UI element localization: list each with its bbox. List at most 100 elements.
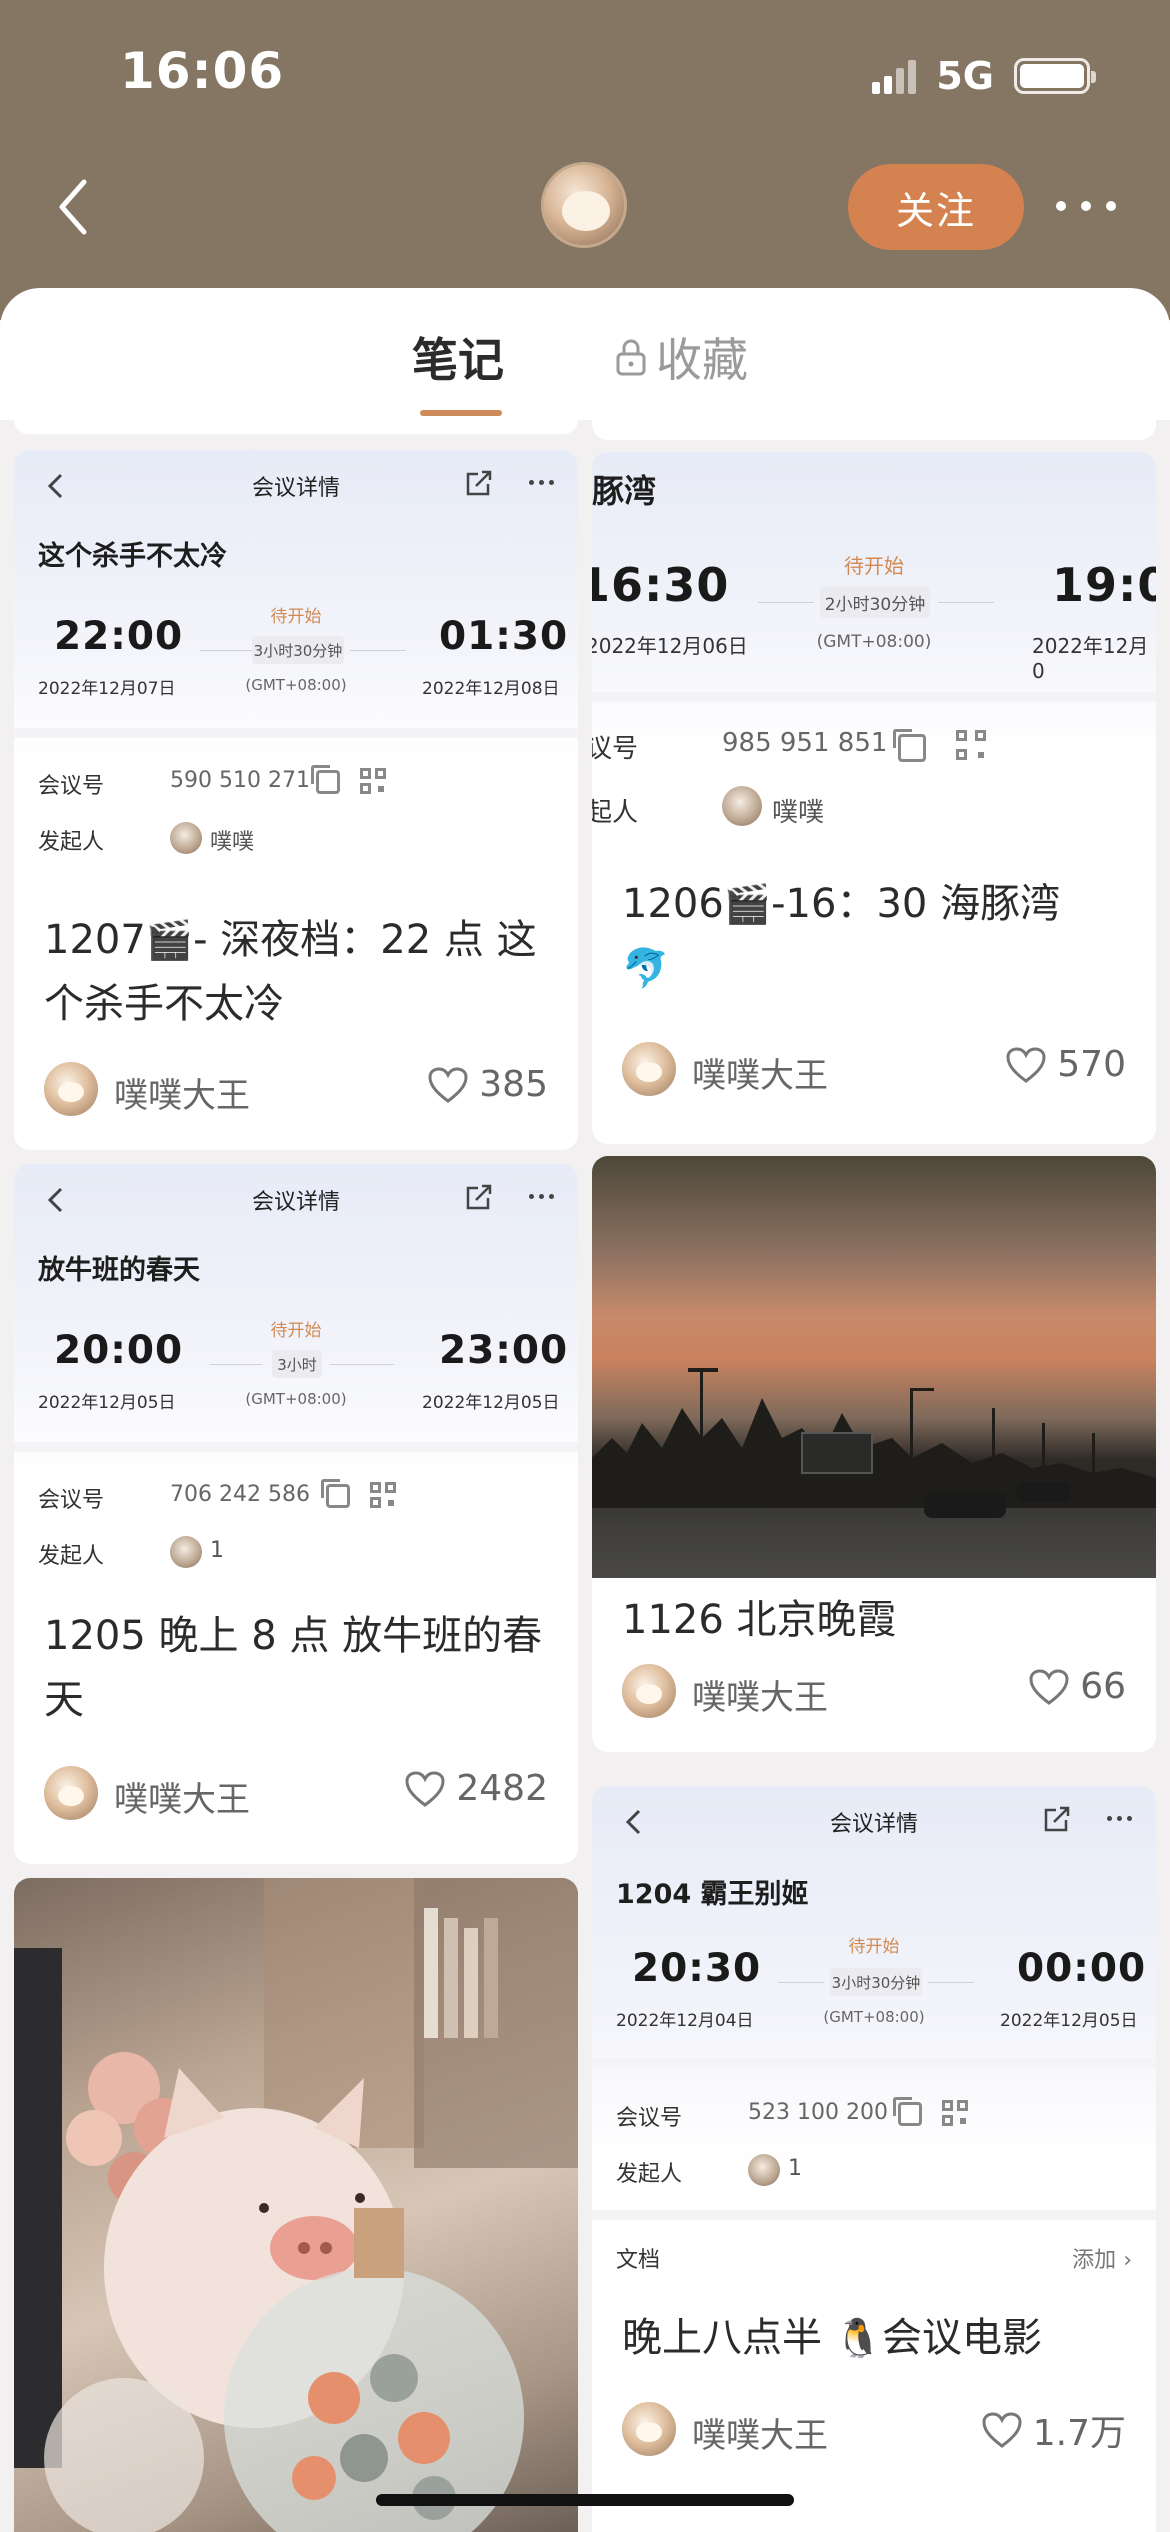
network-label: 5G	[936, 54, 994, 98]
like-count: 1.7万	[1032, 2413, 1126, 2454]
meeting-end-date: 2022年12月05日	[1000, 2011, 1138, 2031]
tab-active-indicator	[420, 410, 502, 416]
note-title-prefix: 1206	[622, 881, 724, 927]
like-button[interactable]: 385	[427, 1064, 548, 1105]
divider	[210, 1364, 262, 1365]
profile-avatar[interactable]	[541, 162, 627, 248]
trees-silhouette-image	[592, 1368, 1156, 1518]
author-name[interactable]: 噗噗大王	[692, 1048, 828, 1097]
author-name[interactable]: 噗噗大王	[114, 1772, 250, 1821]
note-card[interactable]: 豚湾 16:30 2022年12月06日 待开始 2小时30分钟 (GMT+08…	[592, 452, 1156, 1144]
chevron-right-icon: ›	[1123, 2248, 1132, 2273]
signal-icon	[872, 58, 917, 94]
divider	[14, 728, 578, 738]
meeting-screenshot: 豚湾 16:30 2022年12月06日 待开始 2小时30分钟 (GMT+08…	[592, 452, 1156, 854]
tab-notes[interactable]: 笔记	[412, 324, 504, 416]
divider	[758, 602, 814, 603]
divider	[592, 2210, 1156, 2220]
heart-icon	[405, 1770, 445, 1807]
doc-add-label: 添加	[1072, 2248, 1117, 2273]
qr-code-icon	[360, 768, 386, 794]
note-title-text: 晚上八点半	[622, 2315, 822, 2361]
meeting-end-time: 23:00	[439, 1328, 569, 1373]
meeting-end-time: 19:00	[1052, 558, 1156, 612]
meeting-duration: 3小时30分钟	[830, 1968, 922, 1996]
meeting-host: 1	[788, 2156, 802, 2181]
author-avatar[interactable]	[622, 1664, 676, 1718]
divider	[350, 650, 406, 651]
doc-add: 添加 ›	[1072, 2242, 1132, 2274]
like-count: 385	[479, 1064, 548, 1105]
author-name[interactable]: 噗噗大王	[114, 1068, 250, 1117]
profile-tabs: 笔记 收藏	[0, 288, 1170, 420]
status-time: 16:06	[120, 42, 285, 100]
like-button[interactable]: 66	[1028, 1666, 1126, 1707]
meeting-duration: 3小时	[272, 1350, 322, 1378]
author-avatar[interactable]	[44, 1766, 98, 1820]
pig-figurine-image	[14, 1878, 578, 2532]
note-title: 1206🎬-16：30 海豚湾 🐬	[622, 872, 1142, 1000]
car-image	[1016, 1482, 1070, 1502]
note-card[interactable]: 会议详情 1204 霸王别姬 20:30 2022年12月04日 待开始 3小时…	[592, 1786, 1156, 2532]
like-button[interactable]: 570	[1005, 1044, 1126, 1085]
like-button[interactable]: 1.7万	[981, 2404, 1126, 2456]
divider	[14, 1442, 578, 1452]
meeting-id-label: 会议号	[38, 1488, 105, 1513]
profile-header: 16:06 5G 关注	[0, 0, 1170, 320]
divider	[928, 1982, 974, 1983]
note-title: 1126 北京晚霞	[622, 1597, 897, 1643]
copy-icon	[893, 729, 926, 762]
more-icon	[529, 1194, 554, 1199]
author-avatar[interactable]	[622, 1042, 676, 1096]
divider	[592, 2058, 1156, 2068]
follow-button[interactable]: 关注	[848, 164, 1024, 250]
note-card[interactable]: 1126 北京晚霞 噗噗大王 66	[592, 1156, 1156, 1752]
more-options-icon[interactable]	[1056, 186, 1116, 226]
author-name[interactable]: 噗噗大王	[692, 1670, 828, 1719]
meeting-host: 1	[210, 1538, 224, 1563]
host-avatar	[170, 822, 202, 854]
more-icon	[1107, 1816, 1132, 1821]
heart-icon	[1029, 1668, 1069, 1705]
meeting-end-date: 2022年12月05日	[422, 1393, 560, 1413]
note-cover-image	[592, 1156, 1156, 1578]
more-icon	[529, 480, 554, 485]
heart-icon	[1006, 1046, 1046, 1083]
heart-icon	[428, 1066, 468, 1103]
meeting-id: 523 100 200	[748, 2100, 888, 2125]
back-button[interactable]	[48, 172, 98, 242]
note-card[interactable]	[14, 1878, 578, 2532]
note-title-prefix: 1207	[44, 917, 146, 963]
copy-icon	[311, 765, 340, 794]
meeting-host: 噗噗	[772, 798, 825, 828]
tab-collect[interactable]: 收藏	[614, 324, 748, 390]
meeting-end-time: 01:30	[439, 614, 569, 659]
author-avatar[interactable]	[44, 1062, 98, 1116]
qr-code-icon	[942, 2100, 968, 2126]
author-name[interactable]: 噗噗大王	[692, 2408, 828, 2457]
note-title: 1205 晚上 8 点 放牛班的春天	[44, 1613, 543, 1723]
like-button[interactable]: 2482	[404, 1768, 548, 1809]
meeting-id: 590 510 271	[170, 768, 310, 793]
meeting-id-label: 会议号	[38, 774, 105, 799]
note-title: 1207🎬- 深夜档：22 点 这个杀手不太冷	[44, 908, 564, 1036]
note-card[interactable]: 会议详情 放牛班的春天 20:00 2022年12月05日 待开始 3小时 (G…	[14, 1164, 578, 1864]
penguin-icon: 🐧	[834, 2316, 883, 2360]
note-title: 晚上八点半 🐧会议电影	[622, 2306, 1142, 2370]
note-card[interactable]: 会议详情 这个杀手不太冷 22:00 2022年12月07日 待开始 3小时30…	[14, 450, 578, 1150]
qr-code-icon	[370, 1482, 396, 1508]
divider	[330, 1364, 394, 1365]
meeting-id-label: 议号	[592, 734, 639, 764]
meeting-end-date: 2022年12月0	[1032, 634, 1149, 683]
tab-notes-label: 笔记	[412, 333, 504, 387]
author-avatar[interactable]	[622, 2402, 676, 2456]
meeting-id-label: 会议号	[616, 2106, 683, 2131]
meeting-title: 放牛班的春天	[38, 1255, 200, 1286]
doc-label: 文档	[616, 2248, 661, 2273]
like-count: 570	[1057, 1044, 1126, 1085]
meeting-host-label: 起人	[592, 798, 639, 828]
divider	[938, 602, 994, 603]
host-avatar	[722, 786, 762, 826]
meeting-title: 1204 霸王别姬	[616, 1879, 809, 1910]
clapper-board-icon: 🎬	[723, 882, 772, 926]
